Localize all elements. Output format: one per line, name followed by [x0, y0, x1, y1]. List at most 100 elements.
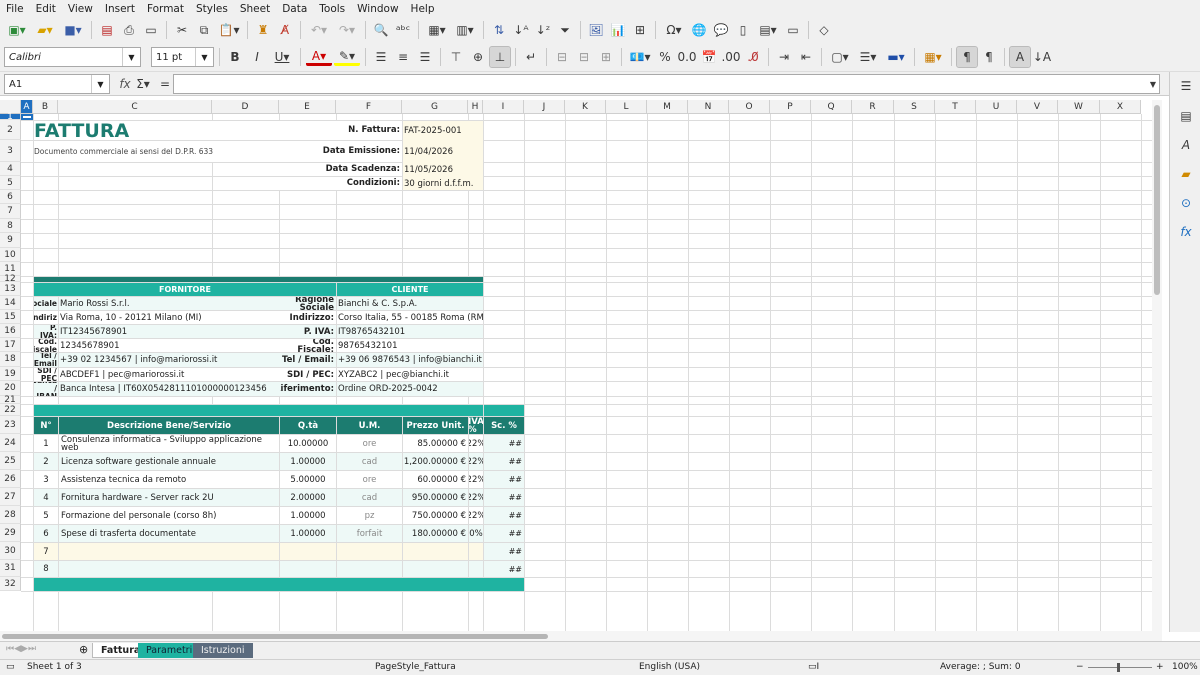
open-folder-icon[interactable]: ▰▾	[32, 20, 58, 40]
new-document-icon[interactable]: ▣▾	[4, 20, 30, 40]
add-sheet-icon[interactable]: ⊕	[79, 643, 88, 656]
align-bottom-icon[interactable]: ⊥	[489, 46, 511, 68]
formula-input[interactable]	[173, 74, 1160, 94]
column-header-r[interactable]: R	[852, 100, 894, 114]
zoom-level[interactable]: 100%	[1172, 662, 1198, 672]
name-box[interactable]: A1 ▼	[4, 74, 110, 94]
column-header-x[interactable]: X	[1100, 100, 1141, 114]
column-header-i[interactable]: I	[483, 100, 524, 114]
merge-cells-icon[interactable]: ⊟	[574, 47, 594, 67]
row-header-4[interactable]: 4	[0, 162, 21, 176]
row-header-20[interactable]: 20	[0, 381, 21, 396]
column-header-n[interactable]: N	[688, 100, 729, 114]
sort-descending-icon[interactable]: ↓ᶻ	[533, 20, 553, 40]
row-header-18[interactable]: 18	[0, 352, 21, 367]
align-left-icon[interactable]: ☰	[371, 47, 391, 67]
expand-formula-icon[interactable]: ▼	[1143, 74, 1163, 94]
chevron-down-icon[interactable]: ▼	[91, 75, 109, 93]
row-header-5[interactable]: 5	[0, 176, 21, 190]
sort-ascending-icon[interactable]: ↓ᴬ	[511, 20, 531, 40]
border-style-icon[interactable]: ☰▾	[855, 47, 881, 67]
comment-icon[interactable]: 💬	[711, 20, 731, 40]
column-header-l[interactable]: L	[606, 100, 647, 114]
column-header-d[interactable]: D	[212, 100, 279, 114]
column-header-w[interactable]: W	[1058, 100, 1100, 114]
align-middle-icon[interactable]: ⊕	[468, 47, 488, 67]
row-header-8[interactable]: 8	[0, 219, 21, 233]
paste-icon[interactable]: 📋▾	[216, 20, 242, 40]
menu-file[interactable]: File	[6, 3, 24, 15]
zoom-in-icon[interactable]: +	[1156, 662, 1164, 672]
column-header-e[interactable]: E	[279, 100, 336, 114]
copy-icon[interactable]: ⧉	[194, 20, 214, 40]
freeze-rows-icon[interactable]: ▭	[783, 20, 803, 40]
highlight-color-icon[interactable]: ✎▾	[334, 48, 360, 66]
column-header-m[interactable]: M	[647, 100, 688, 114]
clear-formatting-icon[interactable]: A̸	[275, 20, 295, 40]
menu-format[interactable]: Format	[147, 3, 184, 15]
row-header-25[interactable]: 25	[0, 452, 21, 470]
column-header-j[interactable]: J	[524, 100, 565, 114]
column-header-o[interactable]: O	[729, 100, 770, 114]
styles-icon[interactable]: A	[1176, 135, 1196, 155]
row-header-16[interactable]: 16	[0, 324, 21, 338]
menu-styles[interactable]: Styles	[196, 3, 228, 15]
menu-window[interactable]: Window	[357, 3, 398, 15]
row-header-6[interactable]: 6	[0, 190, 21, 204]
headers-footers-icon[interactable]: ▯	[733, 20, 753, 40]
currency-format-icon[interactable]: 💶▾	[627, 47, 653, 67]
column-header-b[interactable]: B	[33, 100, 58, 114]
align-center-icon[interactable]: ≡	[393, 47, 413, 67]
menu-icon[interactable]: ☰	[1176, 76, 1196, 96]
text-orientation-icon[interactable]: ↓A	[1032, 47, 1052, 67]
row-header-2[interactable]: 2	[0, 120, 21, 140]
row-header-13[interactable]: 13	[0, 282, 21, 296]
wrap-text-icon[interactable]: ↵	[521, 47, 541, 67]
export-pdf-icon[interactable]: ▤	[97, 20, 117, 40]
italic-icon[interactable]: I	[247, 47, 267, 67]
row-header-17[interactable]: 17	[0, 338, 21, 352]
function-wizard-icon[interactable]: fx	[115, 74, 135, 94]
language[interactable]: English (USA)	[639, 662, 700, 672]
menu-data[interactable]: Data	[282, 3, 307, 15]
horizontal-scroll-thumb[interactable]	[2, 634, 548, 639]
row-header-29[interactable]: 29	[0, 524, 21, 542]
row-header-28[interactable]: 28	[0, 506, 21, 524]
menu-help[interactable]: Help	[411, 3, 435, 15]
find-replace-icon[interactable]: 🔍	[371, 20, 391, 40]
tab-istruzioni[interactable]: Istruzioni	[193, 643, 253, 658]
column-header-s[interactable]: S	[894, 100, 935, 114]
vertical-scroll-thumb[interactable]	[1154, 105, 1160, 295]
row-header-7[interactable]: 7	[0, 204, 21, 219]
font-color-icon[interactable]: A▾	[306, 48, 332, 66]
pivot-table-icon[interactable]: ⊞	[630, 20, 650, 40]
save-icon[interactable]: ■▾	[60, 20, 86, 40]
insert-chart-icon[interactable]: 📊	[608, 20, 628, 40]
horizontal-scrollbar[interactable]	[0, 631, 1162, 641]
show-draw-functions-icon[interactable]: ◇	[814, 20, 834, 40]
column-header-a[interactable]: A	[21, 100, 33, 114]
date-format-icon[interactable]: 📅	[699, 47, 719, 67]
column-header-g[interactable]: G	[402, 100, 468, 114]
clone-formatting-icon[interactable]: ♜	[253, 20, 273, 40]
column-icon[interactable]: ▥▾	[452, 20, 478, 40]
row-header-23[interactable]: 23	[0, 416, 21, 434]
zoom-slider-knob[interactable]	[1117, 663, 1120, 672]
border-color-icon[interactable]: ▬▾	[883, 47, 909, 67]
chevron-down-icon[interactable]: ▼	[195, 48, 213, 66]
merge-center-icon[interactable]: ⊟	[552, 47, 572, 67]
sheet-nav-buttons[interactable]: ⏮◀▶⏭	[6, 644, 36, 654]
conditional-format-icon[interactable]: ▦▾	[920, 47, 946, 67]
underline-icon[interactable]: U▾	[269, 47, 295, 67]
add-decimal-icon[interactable]: .00	[721, 47, 741, 67]
delete-decimal-icon[interactable]: .0̸	[743, 47, 763, 67]
selection-summary[interactable]: Average: ; Sum: 0	[940, 662, 1021, 672]
undo-icon[interactable]: ↶▾	[306, 20, 332, 40]
font-size-box[interactable]: 11 pt ▼	[151, 47, 214, 67]
selection-mode-icon[interactable]: ▭I	[808, 662, 819, 672]
row-header-9[interactable]: 9	[0, 233, 21, 248]
cut-icon[interactable]: ✂	[172, 20, 192, 40]
column-header-k[interactable]: K	[565, 100, 606, 114]
number-format-icon[interactable]: 0.0	[677, 47, 697, 67]
text-direction-ltr-icon[interactable]: ¶	[956, 46, 978, 68]
